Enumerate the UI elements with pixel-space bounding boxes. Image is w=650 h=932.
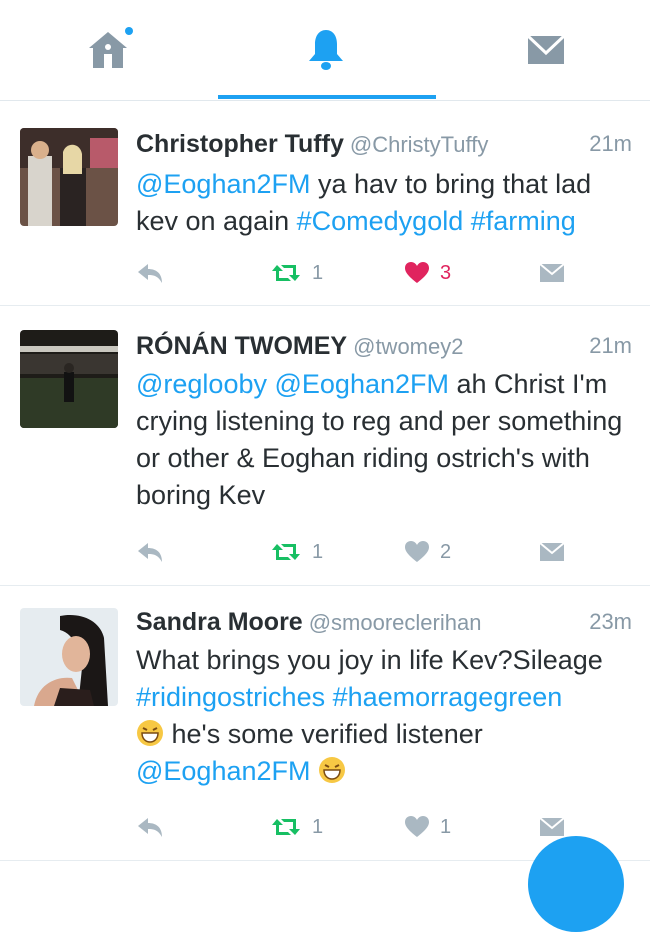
mention-link[interactable]: @reglooby — [136, 369, 267, 399]
notification-dot-icon — [125, 27, 133, 35]
reply-icon — [138, 818, 162, 837]
like-button[interactable]: 2 — [404, 537, 451, 567]
retweet-count: 1 — [312, 815, 324, 838]
mention-link[interactable]: @Eoghan2FM — [136, 756, 311, 786]
home-icon — [89, 32, 127, 68]
like-count: 3 — [440, 261, 452, 284]
user-handle[interactable]: @twomey2 — [353, 334, 463, 359]
envelope-icon — [539, 817, 565, 836]
tweet-header: Sandra Moore @smooreclerihan — [136, 604, 481, 640]
envelope-icon — [539, 263, 565, 282]
retweet-button[interactable]: 1 — [270, 258, 323, 288]
tweet-header: RÓNÁN TWOMEY @twomey2 — [136, 328, 463, 364]
like-count: 2 — [440, 540, 452, 563]
hashtag-link[interactable]: #ridingostriches — [136, 682, 325, 712]
user-handle[interactable]: @smooreclerihan — [309, 610, 482, 635]
retweet-button[interactable]: 1 — [270, 812, 323, 842]
retweet-count: 1 — [312, 261, 324, 284]
direct-message-button[interactable] — [539, 258, 565, 288]
tweet-text: What brings you joy in life Kev?Sileage … — [136, 642, 631, 790]
user-name[interactable]: Christopher Tuffy — [136, 130, 344, 158]
messages-tab[interactable] — [516, 22, 576, 78]
tweet-actions: 1 2 — [136, 537, 631, 567]
retweet-icon — [272, 544, 300, 560]
heart-icon — [405, 816, 429, 837]
retweet-count: 1 — [312, 540, 324, 563]
active-tab-indicator — [218, 95, 436, 99]
hashtag-link[interactable]: #Comedygold — [297, 206, 464, 236]
avatar[interactable] — [20, 128, 118, 226]
heart-icon — [405, 262, 429, 283]
hashtag-link[interactable]: #farming — [471, 206, 576, 236]
grinning-emoji-icon — [319, 757, 346, 783]
heart-icon — [405, 541, 429, 562]
avatar[interactable] — [20, 608, 118, 706]
mention-link[interactable]: @Eoghan2FM — [136, 169, 311, 199]
tweet-text: @reglooby @Eoghan2FM ah Christ I'm cryin… — [136, 366, 631, 514]
user-name[interactable]: RÓNÁN TWOMEY — [136, 332, 347, 360]
hashtag-link[interactable]: #haemorragegreen — [333, 682, 563, 712]
retweet-button[interactable]: 1 — [270, 537, 323, 567]
reply-icon — [138, 264, 162, 283]
reply-icon — [138, 543, 162, 562]
reply-button[interactable] — [136, 258, 164, 288]
avatar[interactable] — [20, 330, 118, 428]
tweet-actions: 1 1 — [136, 812, 631, 842]
tweet-item[interactable]: Christopher Tuffy @ChristyTuffy 21m @Eogh… — [0, 100, 650, 305]
bell-icon — [309, 30, 343, 70]
tweet-timestamp[interactable]: 21m — [589, 126, 632, 162]
like-button[interactable]: 3 — [404, 258, 451, 288]
mention-link[interactable]: @Eoghan2FM — [275, 369, 450, 399]
tweet-text: @Eoghan2FM ya hav to bring that lad kev … — [136, 166, 631, 240]
compose-tweet-button[interactable] — [528, 836, 624, 932]
grinning-emoji-icon — [137, 720, 163, 746]
text-segment — [267, 369, 275, 399]
tweet-item[interactable]: RÓNÁN TWOMEY @twomey2 21m @reglooby @Eogh… — [0, 306, 650, 585]
envelope-icon — [539, 542, 565, 561]
like-count: 1 — [440, 815, 452, 838]
user-handle[interactable]: @ChristyTuffy — [350, 132, 488, 157]
text-segment: he's some verified listener — [164, 719, 483, 749]
retweet-icon — [272, 819, 300, 835]
retweet-icon — [272, 265, 300, 281]
tweet-actions: 1 3 — [136, 258, 631, 288]
reply-button[interactable] — [136, 537, 164, 567]
notifications-tab[interactable] — [296, 22, 356, 78]
tweet-timestamp[interactable]: 23m — [589, 604, 632, 640]
user-name[interactable]: Sandra Moore — [136, 608, 303, 636]
tweet-item[interactable]: Sandra Moore @smooreclerihan 23m What bri… — [0, 586, 650, 871]
envelope-icon — [526, 34, 566, 64]
reply-button[interactable] — [136, 812, 164, 842]
text-segment — [463, 206, 471, 236]
tweet-timestamp[interactable]: 21m — [589, 328, 632, 364]
text-line: What brings you joy in life Kev?Sileage — [136, 645, 603, 675]
tweet-header: Christopher Tuffy @ChristyTuffy — [136, 126, 488, 162]
direct-message-button[interactable] — [539, 537, 565, 567]
top-navigation-bar — [0, 0, 650, 101]
like-button[interactable]: 1 — [404, 812, 451, 842]
